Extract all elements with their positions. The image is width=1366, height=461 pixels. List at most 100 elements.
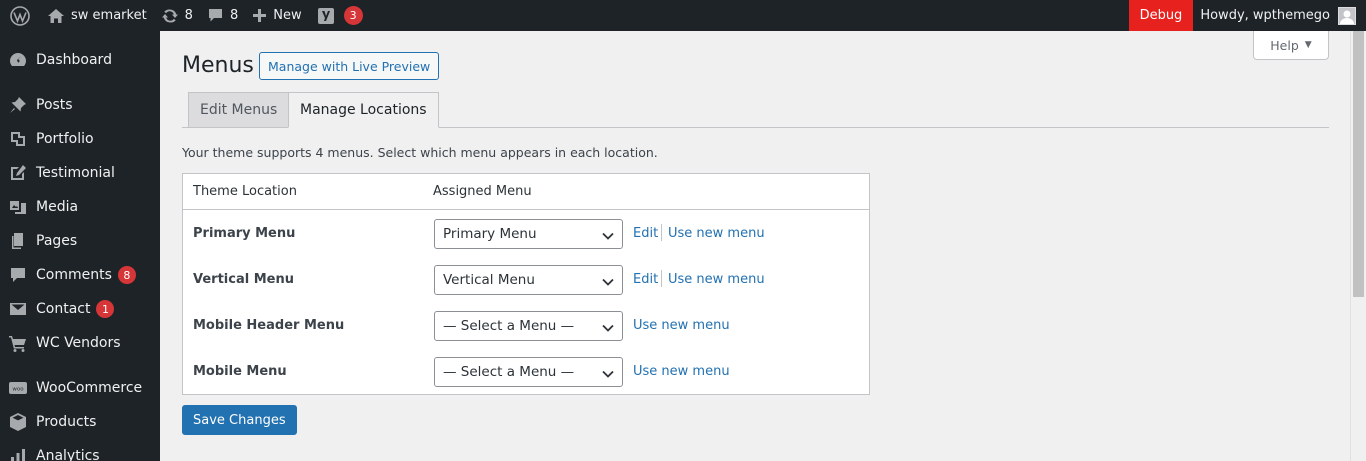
new-content-link[interactable]: New [245,0,308,31]
tab-edit-menus[interactable]: Edit Menus [188,92,290,128]
chevron-down-icon [602,321,614,337]
sidebar-item-label: Analytics [36,448,100,461]
sidebar-item-label: WC Vendors [36,335,121,351]
comments-icon [8,265,28,285]
edit-icon [8,163,28,183]
home-icon [47,8,65,24]
menu-select[interactable]: — Select a Menu — [434,311,623,341]
svg-text:woo: woo [12,387,24,393]
sidebar-item-testimonial[interactable]: Testimonial [0,156,160,190]
wordpress-logo-link[interactable] [0,0,40,31]
admin-bar: sw emarket 8 8 New 3 Debug Howdy, wpthem… [0,0,1366,31]
table-header: Theme Location Assigned Menu [183,174,869,210]
updates-count: 8 [184,8,193,23]
sidebar-item-woocommerce[interactable]: woo WooCommerce [0,371,160,405]
pin-icon [8,95,28,115]
select-value: — Select a Menu — [443,318,575,334]
yoast-icon [316,6,336,26]
dashboard-icon [8,50,28,70]
location-label: Mobile Header Menu [193,318,345,333]
comments-icon [207,7,224,24]
table-row: Vertical Menu Vertical Menu Edit Use new… [183,257,869,303]
sidebar-item-contact[interactable]: Contact 1 [0,292,160,326]
site-name-link[interactable]: sw emarket [40,0,154,31]
sidebar-item-label: Comments [36,267,112,283]
my-account-link[interactable]: Howdy, wpthemego [1193,0,1366,31]
use-new-menu-link[interactable]: Use new menu [668,272,765,287]
header-theme-location: Theme Location [193,184,297,199]
sidebar-item-portfolio[interactable]: Portfolio [0,122,160,156]
sidebar-item-label: Pages [36,233,78,249]
location-label: Vertical Menu [193,272,294,287]
yoast-link[interactable]: 3 [309,0,370,31]
sidebar-item-label: Dashboard [36,52,112,68]
products-icon [8,412,28,432]
use-new-menu-link[interactable]: Use new menu [668,226,765,241]
tab-manage-locations[interactable]: Manage Locations [288,92,439,128]
new-label: New [273,8,302,23]
table-row: Mobile Menu — Select a Menu — Use new me… [183,349,869,395]
use-new-menu-link[interactable]: Use new menu [633,364,730,379]
debug-button[interactable]: Debug [1128,0,1194,31]
pages-icon [8,231,28,251]
updates-icon [161,7,179,25]
sidebar-item-pages[interactable]: Pages [0,224,160,258]
sidebar-item-wc-vendors[interactable]: WC Vendors [0,326,160,360]
page-scrollbar[interactable] [1350,31,1366,461]
comments-count: 8 [229,8,239,23]
sidebar-item-media[interactable]: Media [0,190,160,224]
intro-text: Your theme supports 4 menus. Select whic… [182,145,658,160]
admin-sidebar: Dashboard Posts Portfolio Testimonial Me… [0,31,160,461]
plus-icon [252,8,267,23]
table-row: Primary Menu Primary Menu Edit Use new m… [183,211,869,257]
location-label: Mobile Menu [193,364,287,379]
portfolio-icon [8,129,28,149]
sidebar-item-label: Portfolio [36,131,94,147]
sidebar-item-label: Testimonial [36,165,115,181]
sidebar-item-dashboard[interactable]: Dashboard [0,43,160,77]
comments-link[interactable]: 8 [200,0,245,31]
edit-link[interactable]: Edit [633,272,658,287]
use-new-menu-link[interactable]: Use new menu [633,318,730,333]
yoast-badge: 3 [343,6,363,25]
select-value: — Select a Menu — [443,364,575,380]
help-label: Help [1270,37,1299,53]
locations-table: Theme Location Assigned Menu Primary Men… [182,173,870,395]
help-button[interactable]: Help ▼ [1253,31,1329,60]
save-changes-button[interactable]: Save Changes [182,405,297,435]
page-title: Menus [182,53,254,78]
manage-live-preview-button[interactable]: Manage with Live Preview [259,52,440,80]
table-row: Mobile Header Menu — Select a Menu — Use… [183,303,869,349]
woo-icon: woo [8,378,28,398]
link-separator [661,224,662,241]
sidebar-item-comments[interactable]: Comments 8 [0,258,160,292]
sidebar-item-label: Media [36,199,79,215]
mail-icon [8,299,28,319]
link-separator [661,270,662,287]
wordpress-logo-icon [10,5,30,26]
main-content: Menus Manage with Live Preview Help ▼ Ed… [160,31,1350,461]
cart-icon [8,333,28,353]
avatar [1338,6,1356,25]
sidebar-item-posts[interactable]: Posts [0,88,160,122]
sidebar-item-label: WooCommerce [36,380,143,396]
menu-select[interactable]: Vertical Menu [434,265,623,295]
comments-badge: 8 [117,266,136,284]
edit-link[interactable]: Edit [633,226,658,241]
chevron-down-icon [602,229,614,245]
sidebar-item-products[interactable]: Products [0,405,160,439]
menu-select[interactable]: — Select a Menu — [434,357,623,387]
updates-link[interactable]: 8 [154,0,200,31]
analytics-icon [8,446,28,461]
menu-select[interactable]: Primary Menu [434,219,623,249]
chevron-down-icon [602,275,614,291]
sidebar-item-analytics[interactable]: Analytics [0,439,160,461]
media-icon [8,197,28,217]
howdy-text: Howdy, wpthemego [1200,8,1330,23]
site-name: sw emarket [71,8,147,23]
scrollbar-thumb[interactable] [1353,31,1364,297]
sidebar-item-label: Posts [36,97,73,113]
location-label: Primary Menu [193,226,296,241]
header-assigned-menu: Assigned Menu [433,184,532,199]
select-value: Primary Menu [443,226,537,242]
